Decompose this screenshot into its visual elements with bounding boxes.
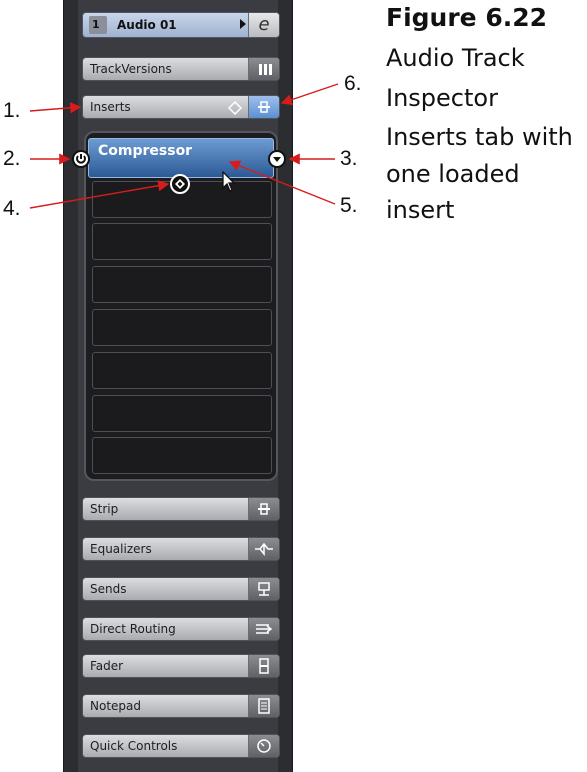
callout-4: 4. xyxy=(3,197,21,220)
arrow-6 xyxy=(280,83,339,106)
arrow-4 xyxy=(29,180,170,209)
caption-line: insert xyxy=(386,196,455,224)
caption-line: Inserts tab with xyxy=(386,123,573,151)
callout-1: 1. xyxy=(3,99,21,122)
arrow-1 xyxy=(29,102,82,114)
callout-3: 3. xyxy=(340,147,358,170)
caption-line: one loaded xyxy=(386,160,520,188)
figure-title: Figure 6.22 xyxy=(386,3,548,32)
caption-line: Inspector xyxy=(386,84,498,112)
callout-2: 2. xyxy=(3,147,21,170)
callout-5: 5. xyxy=(340,194,358,217)
callout-6: 6. xyxy=(344,72,362,95)
arrow-5 xyxy=(228,160,336,205)
annotation-arrows xyxy=(29,83,339,209)
caption-line: Audio Track xyxy=(386,44,525,72)
